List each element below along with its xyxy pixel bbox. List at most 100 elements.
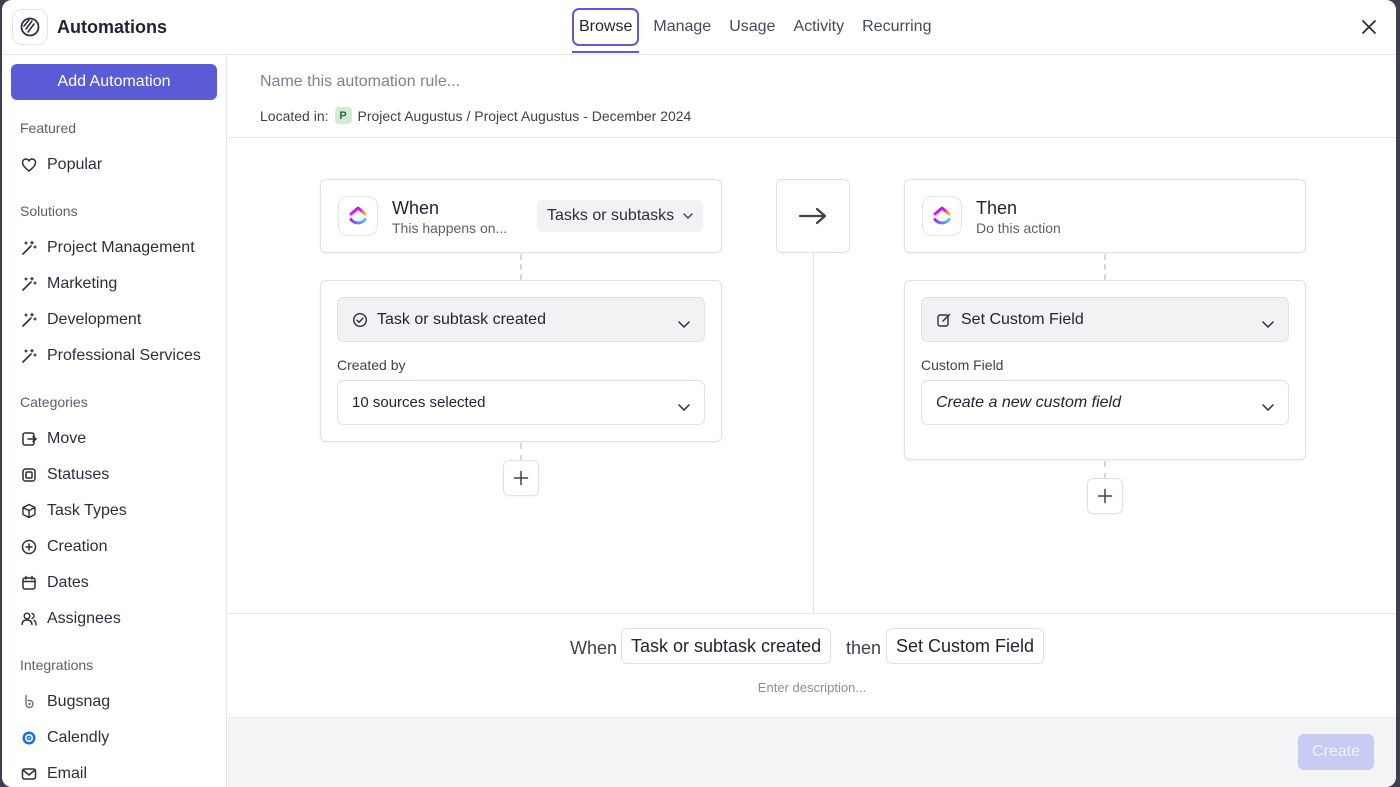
sidebar-item-label: Calendly [47,729,110,746]
location-info: Located in: P Project Augustus / Project… [260,107,691,124]
sidebar-item-label: Task Types [47,502,127,519]
created-by-value: 10 sources selected [352,394,486,411]
sidebar-item-label: Bugsnag [47,693,111,710]
connector-line [1104,254,1106,280]
section-title-categories: Categories [20,394,88,410]
tab-activity[interactable]: Activity [784,8,853,46]
app-title: Automations [57,17,167,37]
trigger-scope-select[interactable]: Tasks or subtasks [537,200,704,232]
cube-icon [20,503,37,520]
sidebar-item-professional-services[interactable]: Professional Services [20,344,201,368]
tab-usage[interactable]: Usage [720,8,784,46]
trigger-subtitle: This happens on... [392,220,508,236]
sidebar-item-label: Creation [47,538,108,555]
automations-modal: Automations Browse Manage Usage Activity… [2,0,1396,787]
sidebar-item-label: Email [47,765,88,782]
sidebar-item-label: Project Management [47,239,195,256]
chevron-down-icon [678,399,690,411]
close-icon[interactable] [1358,16,1380,38]
rule-name-input[interactable] [260,73,860,91]
action-value-label: Set Custom Field [961,310,1084,328]
created-by-select[interactable]: 10 sources selected [337,380,705,425]
sidebar-item-creation[interactable]: Creation [20,535,107,559]
users-icon [20,611,37,628]
action-title: Then [976,198,1018,218]
tab-recurring[interactable]: Recurring [853,8,940,46]
tab-bar: Browse Manage Usage Activity Recurring [572,8,940,53]
sidebar-item-label: Assignees [47,610,121,627]
custom-field-select[interactable]: Create a new custom field [921,380,1289,425]
plus-circle-icon [20,539,37,556]
trigger-title: When [392,198,440,218]
magic-wand-icon [20,312,37,329]
add-automation-button[interactable]: Add Automation [11,64,217,100]
sidebar-item-label: Marketing [47,275,118,292]
summary-trigger-chip[interactable]: Task or subtask created [621,628,832,664]
tab-manage[interactable]: Manage [644,8,720,46]
modal-header: Automations Browse Manage Usage Activity… [2,0,1396,55]
add-action-button[interactable] [1087,478,1123,514]
flow-arrow [776,179,850,253]
sidebar-item-label: Move [47,430,87,447]
clickup-logo-icon [922,196,962,236]
description-input[interactable] [662,680,962,695]
sidebar-item-assignees[interactable]: Assignees [20,607,121,631]
sidebar-item-calendly[interactable]: Calendly [20,726,109,750]
action-details-card: Set Custom Field Custom Field Create a n… [904,280,1306,460]
section-title-solutions: Solutions [20,203,78,219]
summary-action-chip[interactable]: Set Custom Field [886,628,1045,664]
custom-field-value: Create a new custom field [936,393,1121,411]
sidebar-item-label: Statuses [47,466,110,483]
project-badge: P [334,107,352,124]
sidebar-item-task-types[interactable]: Task Types [20,499,127,523]
edit-field-icon [936,312,952,328]
location-path[interactable]: Project Augustus / Project Augustus - De… [358,108,692,124]
sidebar-item-popular[interactable]: Popular [20,153,102,177]
section-title-integrations: Integrations [20,657,94,673]
action-select[interactable]: Set Custom Field [921,297,1289,342]
sidebar-item-development[interactable]: Development [20,308,141,332]
sidebar-item-move[interactable]: Move [20,427,86,451]
sidebar: Add Automation Featured Popular Solution… [2,55,227,787]
mail-icon [20,766,37,783]
summary-when: When [570,638,618,658]
connector-line [520,443,522,461]
sidebar-item-dates[interactable]: Dates [20,571,89,595]
sidebar-item-marketing[interactable]: Marketing [20,272,117,296]
sidebar-item-label: Dates [47,574,89,591]
action-header-card: Then Do this action [904,179,1306,253]
tab-browse[interactable]: Browse [572,8,640,53]
chevron-down-icon [683,212,693,220]
heart-icon [20,157,37,174]
magic-wand-icon [20,276,37,293]
bugsnag-icon [20,694,37,711]
automations-logo-icon [12,9,48,45]
sidebar-item-statuses[interactable]: Statuses [20,463,109,487]
status-icon [20,467,37,484]
move-icon [20,431,37,448]
arrow-right-icon [798,207,827,225]
connector-line [520,254,522,280]
section-title-featured: Featured [20,120,77,136]
rule-name-area: Located in: P Project Augustus / Project… [228,55,1396,138]
summary-then: then [846,638,882,658]
sidebar-item-label: Popular [47,156,103,173]
check-circle-icon [352,312,368,328]
plus-icon [1097,488,1113,504]
modal-footer: Create [228,717,1396,787]
sidebar-item-email[interactable]: Email [20,762,87,786]
plus-icon [513,470,529,486]
sidebar-item-bugsnag[interactable]: Bugsnag [20,690,110,714]
add-condition-button[interactable] [503,460,539,496]
magic-wand-icon [20,240,37,257]
create-button[interactable]: Create [1298,734,1374,770]
located-label: Located in: [260,107,329,124]
center-divider [813,253,814,613]
trigger-event-select[interactable]: Task or subtask created [337,297,705,342]
sidebar-item-project-management[interactable]: Project Management [20,236,195,260]
trigger-event-label: Task or subtask created [377,310,546,328]
trigger-details-card: Task or subtask created Created by 10 so… [320,280,722,442]
calendar-icon [20,575,37,592]
chevron-down-icon [1262,399,1274,411]
custom-field-label: Custom Field [921,357,1004,373]
